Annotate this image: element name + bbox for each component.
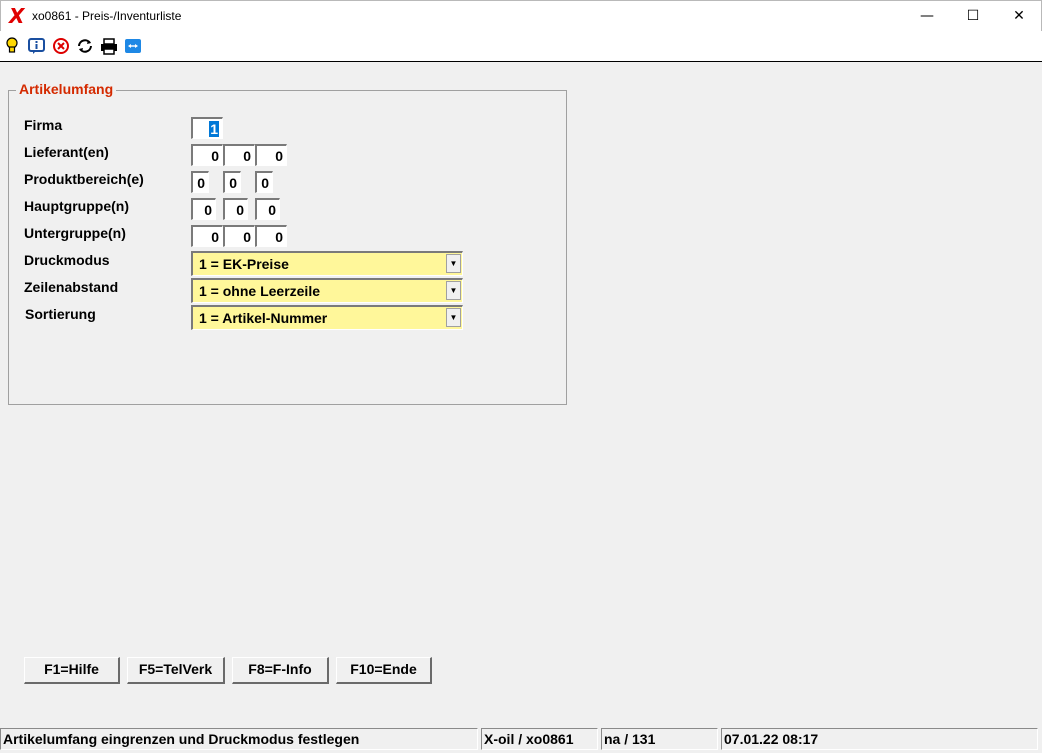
- firma-label: Firma: [24, 117, 63, 133]
- f1-help-button[interactable]: F1=Hilfe: [24, 657, 120, 684]
- minimize-button[interactable]: —: [904, 1, 950, 32]
- produktbereich-field-2[interactable]: 0: [223, 171, 241, 193]
- f8-finfo-button[interactable]: F8=F-Info: [232, 657, 329, 684]
- firma-field[interactable]: 1: [191, 117, 223, 139]
- lieferant-label: Lieferant(en): [24, 144, 109, 160]
- produktbereich-field-1[interactable]: 0: [191, 171, 209, 193]
- lieferant-field-3[interactable]: 0: [255, 144, 287, 166]
- untergruppe-field-3[interactable]: 0: [255, 225, 287, 247]
- info-icon[interactable]: [27, 36, 47, 56]
- cancel-icon[interactable]: [51, 36, 71, 56]
- window-title: xo0861 - Preis-/Inventurliste: [32, 9, 182, 23]
- zeilenabstand-select[interactable]: 1 = ohne Leerzeile ▼: [191, 278, 463, 303]
- sortierung-select[interactable]: 1 = Artikel-Nummer ▼: [191, 305, 463, 330]
- group-title: Artikelumfang: [16, 81, 117, 97]
- lightbulb-icon[interactable]: [3, 36, 23, 56]
- zeilenabstand-label: Zeilenabstand: [24, 279, 119, 295]
- untergruppe-field-2[interactable]: 0: [223, 225, 255, 247]
- status-user: na / 131: [601, 728, 718, 750]
- artikelumfang-group: [8, 90, 567, 405]
- produktbereich-field-3[interactable]: 0: [255, 171, 273, 193]
- hauptgruppe-field-3[interactable]: 0: [255, 198, 280, 220]
- untergruppe-label: Untergruppe(n): [24, 225, 126, 241]
- teamviewer-icon[interactable]: [123, 36, 143, 56]
- sortierung-value: 1 = Artikel-Nummer: [199, 310, 328, 326]
- f5-telverk-button[interactable]: F5=TelVerk: [127, 657, 225, 684]
- hauptgruppe-label: Hauptgruppe(n): [24, 198, 129, 214]
- sortierung-label: Sortierung: [25, 306, 96, 322]
- maximize-button[interactable]: ☐: [950, 1, 996, 32]
- status-message: Artikelumfang eingrenzen und Druckmodus …: [0, 728, 478, 750]
- app-logo-icon: X: [9, 4, 25, 28]
- druckmodus-value: 1 = EK-Preise: [199, 256, 289, 272]
- zeilenabstand-value: 1 = ohne Leerzeile: [199, 283, 320, 299]
- lieferant-field-1[interactable]: 0: [191, 144, 223, 166]
- chevron-down-icon[interactable]: ▼: [446, 281, 461, 300]
- refresh-icon[interactable]: [75, 36, 95, 56]
- toolbar: [0, 31, 1042, 62]
- chevron-down-icon[interactable]: ▼: [446, 308, 461, 327]
- status-program: X-oil / xo0861: [481, 728, 598, 750]
- status-bar: Artikelumfang eingrenzen und Druckmodus …: [0, 728, 1042, 750]
- hauptgruppe-field-1[interactable]: 0: [191, 198, 216, 220]
- hauptgruppe-field-2[interactable]: 0: [223, 198, 248, 220]
- chevron-down-icon[interactable]: ▼: [446, 254, 461, 273]
- druckmodus-label: Druckmodus: [24, 252, 110, 268]
- lieferant-field-2[interactable]: 0: [223, 144, 255, 166]
- druckmodus-select[interactable]: 1 = EK-Preise ▼: [191, 251, 463, 276]
- untergruppe-field-1[interactable]: 0: [191, 225, 223, 247]
- f10-end-button[interactable]: F10=Ende: [336, 657, 432, 684]
- close-button[interactable]: ✕: [996, 1, 1042, 32]
- firma-value: 1: [209, 121, 219, 137]
- status-datetime: 07.01.22 08:17: [721, 728, 1038, 750]
- produktbereich-label: Produktbereich(e): [24, 171, 144, 187]
- title-bar: X xo0861 - Preis-/Inventurliste — ☐ ✕: [0, 0, 1042, 32]
- print-icon[interactable]: [99, 36, 119, 56]
